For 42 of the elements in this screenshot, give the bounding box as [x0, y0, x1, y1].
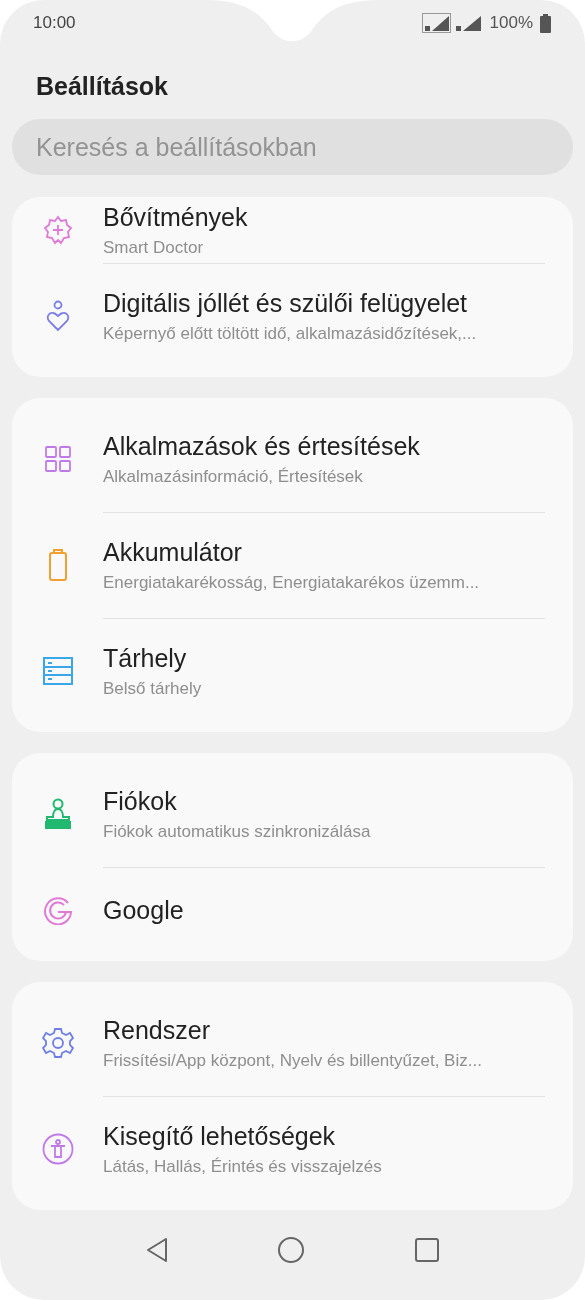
settings-item[interactable]: Bővítmények Smart Doctor	[12, 197, 573, 263]
letter-g-icon	[42, 895, 73, 925]
battery-icon	[47, 549, 68, 581]
item-title: Tárhely	[103, 643, 188, 673]
sim-signal-icon	[454, 13, 483, 33]
item-subtitle: Fiókok automatikus szinkronizálása	[103, 821, 371, 842]
storage-icon	[42, 656, 73, 686]
settings-item[interactable]: Fiókok Fiókok automatikus szinkronizálása	[12, 761, 573, 867]
settings-item[interactable]: Google	[12, 867, 573, 953]
item-subtitle: Alkalmazásinformáció, Értesítések	[103, 466, 364, 487]
item-title: Alkalmazások és értesítések	[103, 431, 420, 461]
item-title: Rendszer	[103, 1015, 211, 1045]
item-title: Akkumulátor	[103, 537, 243, 567]
battery-percent: 100%	[489, 13, 533, 33]
accessibility-icon	[41, 1133, 74, 1165]
gear-plus-icon	[42, 215, 73, 245]
settings-item[interactable]: Kisegítő lehetőségek Látás, Hallás, Érintés és visszajelzés	[12, 1096, 573, 1202]
settings-item[interactable]: Digitális jóllét és szülői felügyelet Képernyő előtt töltött idő, alkalmazásidőzítések,...	[12, 263, 573, 369]
clock-time: 10:00	[33, 13, 76, 33]
item-subtitle: Smart Doctor	[103, 237, 205, 258]
settings-item[interactable]: Alkalmazások és értesítések Alkalmazásinformáció, Értesítések	[12, 406, 573, 512]
item-subtitle: Képernyő előtt töltött idő, alkalmazásidőzítések,...	[103, 323, 477, 344]
item-subtitle: Belső tárhely	[103, 678, 202, 699]
page-title: Beállítások	[36, 71, 169, 102]
settings-item[interactable]: Akkumulátor Energiatakarékosság, Energiatakarékos üzemm...	[12, 512, 573, 618]
item-title: Digitális jóllét és szülői felügyelet	[103, 288, 469, 318]
grid-icon	[43, 445, 72, 473]
item-title: Fiókok	[103, 786, 178, 816]
item-subtitle: Energiatakarékosság, Energiatakarékos üzemm...	[103, 572, 480, 593]
item-title: Kisegítő lehetőségek	[103, 1121, 337, 1151]
item-subtitle: Látás, Hallás, Érintés és visszajelzés	[103, 1156, 382, 1177]
gear-icon	[41, 1027, 74, 1059]
item-subtitle: Frissítési/App központ, Nyelv és billentyűzet, Biz...	[103, 1050, 482, 1071]
search-field[interactable]: Keresés a beállításokban	[12, 119, 573, 175]
heart-icon	[45, 300, 70, 332]
item-title: Google	[103, 895, 184, 925]
sim-signal-icon	[421, 13, 452, 33]
settings-item[interactable]: Tárhely Belső tárhely	[12, 618, 573, 724]
settings-item[interactable]: Rendszer Frissítési/App központ, Nyelv és billentyűzet, Biz...	[12, 990, 573, 1096]
battery-icon	[540, 13, 551, 33]
person-icon	[43, 798, 72, 830]
item-title: Bővítmények	[103, 202, 248, 232]
